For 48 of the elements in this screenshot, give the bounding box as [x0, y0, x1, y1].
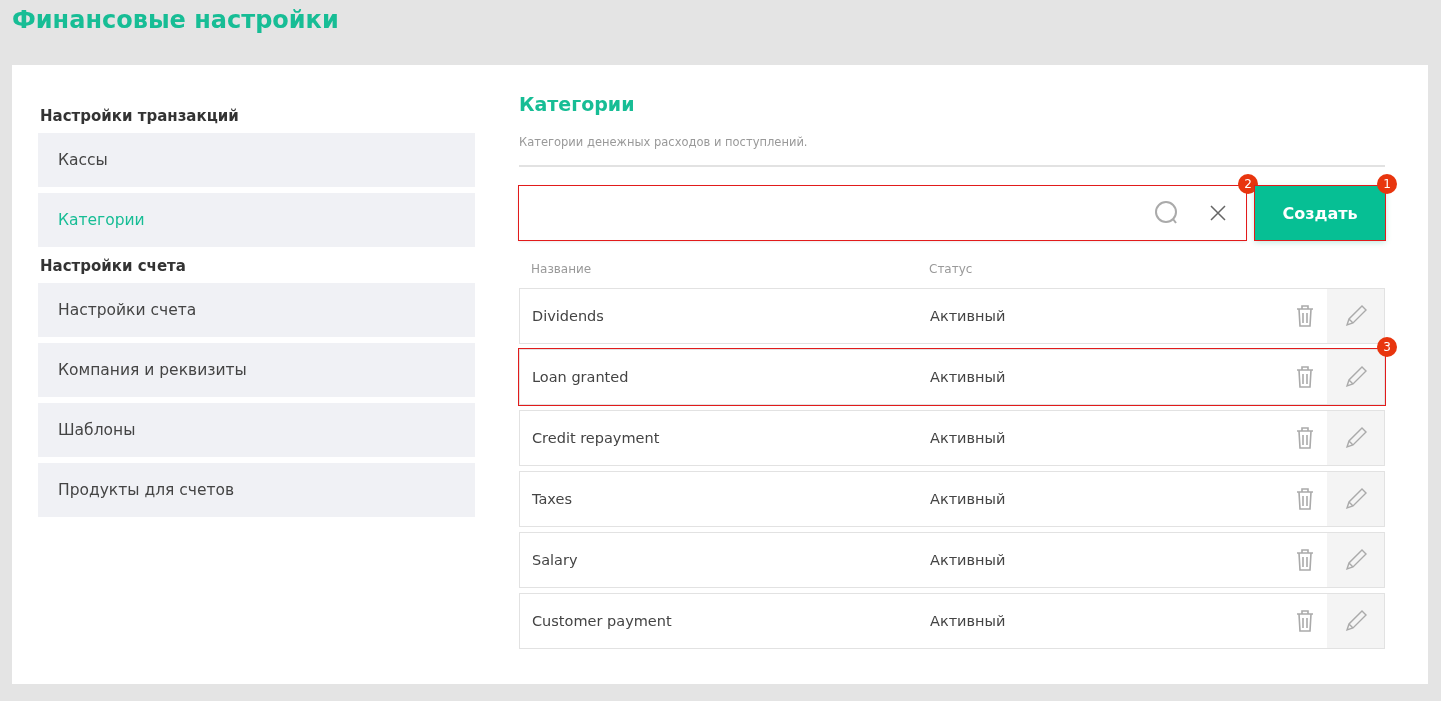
table-cell-text: Salary: [531, 552, 579, 568]
edit-button[interactable]: [1327, 411, 1384, 465]
pencil-icon: [1343, 609, 1368, 633]
search-icon[interactable]: [1154, 200, 1180, 226]
table-cell-text: Taxes: [531, 491, 573, 507]
search-field[interactable]: [519, 186, 1246, 240]
sidebar-item[interactable]: Кассы: [38, 133, 475, 187]
sidebar-item[interactable]: Настройки счета: [38, 283, 475, 337]
table-cell-text: Активный: [930, 308, 1007, 324]
table-cell-text: Активный: [930, 430, 1007, 446]
pencil-icon: [1343, 304, 1368, 328]
trash-icon[interactable]: [1295, 609, 1315, 633]
trash-icon[interactable]: [1295, 548, 1315, 572]
pencil-icon: [1343, 548, 1368, 572]
edit-button[interactable]: [1327, 472, 1384, 526]
table-cell-text: Активный: [930, 613, 1007, 629]
callout-badge: 1: [1377, 174, 1397, 194]
edit-button[interactable]: [1327, 350, 1384, 404]
trash-icon[interactable]: [1295, 304, 1315, 328]
table-cell-text: Активный: [930, 552, 1007, 568]
close-icon[interactable]: [1210, 205, 1226, 221]
table-cell-text: Customer payment: [531, 613, 673, 629]
sidebar-heading: Настройки транзакций: [39, 106, 240, 127]
pencil-icon: [1343, 365, 1368, 389]
edit-button[interactable]: [1327, 289, 1384, 343]
column-header: Статус: [929, 262, 974, 278]
edit-button[interactable]: [1327, 594, 1384, 648]
section-description: Категории денежных расходов и поступлений.: [519, 135, 809, 149]
table-cell-text: Dividends: [531, 308, 605, 324]
table-cell-text: Активный: [930, 491, 1007, 507]
table-cell-text: Credit repayment: [531, 430, 661, 446]
section-title: Категории: [519, 93, 636, 115]
sidebar-item[interactable]: Компания и реквизиты: [38, 343, 475, 397]
edit-button[interactable]: [1327, 533, 1384, 587]
callout-badge: 2: [1238, 174, 1258, 194]
trash-icon[interactable]: [1295, 426, 1315, 450]
sidebar-heading: Настройки счета: [39, 256, 187, 277]
pencil-icon: [1343, 426, 1368, 450]
trash-icon[interactable]: [1295, 365, 1315, 389]
sidebar-item[interactable]: Продукты для счетов: [38, 463, 475, 517]
callout-badge: 3: [1377, 337, 1397, 357]
pencil-icon: [1343, 487, 1368, 511]
column-header: Название: [530, 262, 593, 278]
table-cell-text: Loan granted: [531, 369, 630, 385]
trash-icon[interactable]: [1295, 487, 1315, 511]
sidebar-item[interactable]: Шаблоны: [38, 403, 475, 457]
table-cell-text: Активный: [930, 369, 1007, 385]
page-title: Финансовые настройки: [11, 5, 340, 36]
